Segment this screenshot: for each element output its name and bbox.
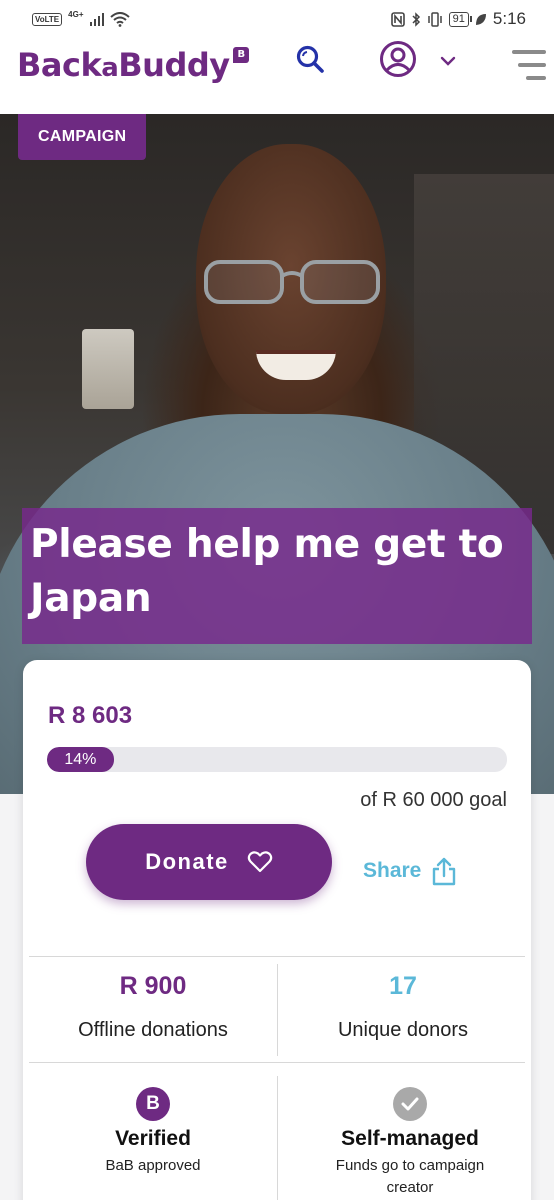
account-dropdown-button[interactable] [436, 51, 460, 71]
share-icon [433, 857, 456, 886]
vibrate-icon [427, 11, 442, 27]
logo-text-a: a [101, 53, 119, 83]
user-icon [380, 41, 416, 77]
backabuddy-logo[interactable]: BackaBuddy B [17, 46, 249, 84]
clock: 5:16 [492, 9, 526, 28]
donate-button[interactable]: Donate [86, 824, 332, 900]
status-left: VoLTE 4G+ [32, 9, 130, 27]
nfc-icon [390, 11, 405, 27]
offline-donations-label: Offline donations [78, 1019, 228, 1041]
divider [277, 964, 278, 1056]
divider [29, 956, 525, 957]
divider [29, 1062, 525, 1063]
battery-icon: 91 [448, 11, 473, 27]
leaf-icon [475, 13, 486, 25]
campaign-title-box: Please help me get to Japan [22, 508, 532, 644]
menu-icon-line [526, 76, 546, 80]
volte-indicator: VoLTE [32, 12, 63, 26]
unique-donors-stat: 17 Unique donors [279, 972, 527, 1042]
verified-title: Verified [115, 1127, 191, 1150]
self-managed-badge: Self-managed Funds go to campaign creato… [286, 1087, 534, 1199]
donate-label: Donate [145, 849, 229, 874]
offline-donations-stat: R 900 Offline donations [29, 972, 277, 1042]
unique-donors-label: Unique donors [337, 1019, 469, 1041]
checkmark-icon [393, 1087, 427, 1121]
goal-text: of R 60 000 goal [360, 789, 507, 811]
campaign-tag: CAMPAIGN [18, 114, 147, 160]
network-type: 4G+ [68, 9, 84, 19]
progress-bar: 14% [47, 747, 507, 772]
page: VoLTE 4G+ 91 5:16 BackaBuddy B CAMPAIGN … [0, 0, 554, 1200]
search-button[interactable] [292, 41, 328, 77]
logo-text-back: Back [17, 46, 102, 84]
amount-raised: R 8 603 [48, 702, 133, 729]
logo-text-buddy: Buddy [118, 46, 230, 84]
verified-b-icon: B [136, 1087, 170, 1121]
menu-button[interactable] [510, 50, 546, 80]
progress-fill: 14% [47, 747, 114, 772]
verified-subtitle: BaB approved [105, 1157, 201, 1174]
wifi-icon [110, 11, 130, 27]
hero-person-glasses [204, 260, 380, 304]
search-icon [296, 45, 324, 73]
logo-badge: B [233, 47, 249, 63]
campaign-title: Please help me get to Japan [30, 522, 504, 621]
unique-donors-value: 17 [389, 972, 417, 1000]
verified-b-letter: B [146, 1093, 160, 1114]
offline-donations-value: R 900 [119, 972, 187, 1000]
share-button[interactable]: Share [363, 856, 457, 886]
status-bar: VoLTE 4G+ 91 5:16 [0, 0, 554, 38]
bluetooth-icon [412, 11, 420, 27]
site-header: BackaBuddy B [0, 38, 554, 114]
menu-icon-line [518, 63, 546, 67]
chevron-down-icon [440, 56, 456, 66]
signal-icon [89, 12, 104, 26]
status-right: 91 5:16 [390, 9, 526, 29]
share-label: Share [363, 859, 422, 882]
menu-icon-line [512, 50, 546, 54]
divider [277, 1076, 278, 1200]
self-managed-title: Self-managed [341, 1127, 479, 1150]
hero-background-window [82, 329, 134, 409]
account-button[interactable] [378, 39, 418, 79]
self-managed-subtitle: Funds go to campaign creator [335, 1157, 485, 1196]
campaign-card: R 8 603 14% of R 60 000 goal Donate Shar… [23, 660, 531, 1200]
heart-icon [247, 851, 273, 873]
verified-badge: B Verified BaB approved [29, 1087, 277, 1177]
